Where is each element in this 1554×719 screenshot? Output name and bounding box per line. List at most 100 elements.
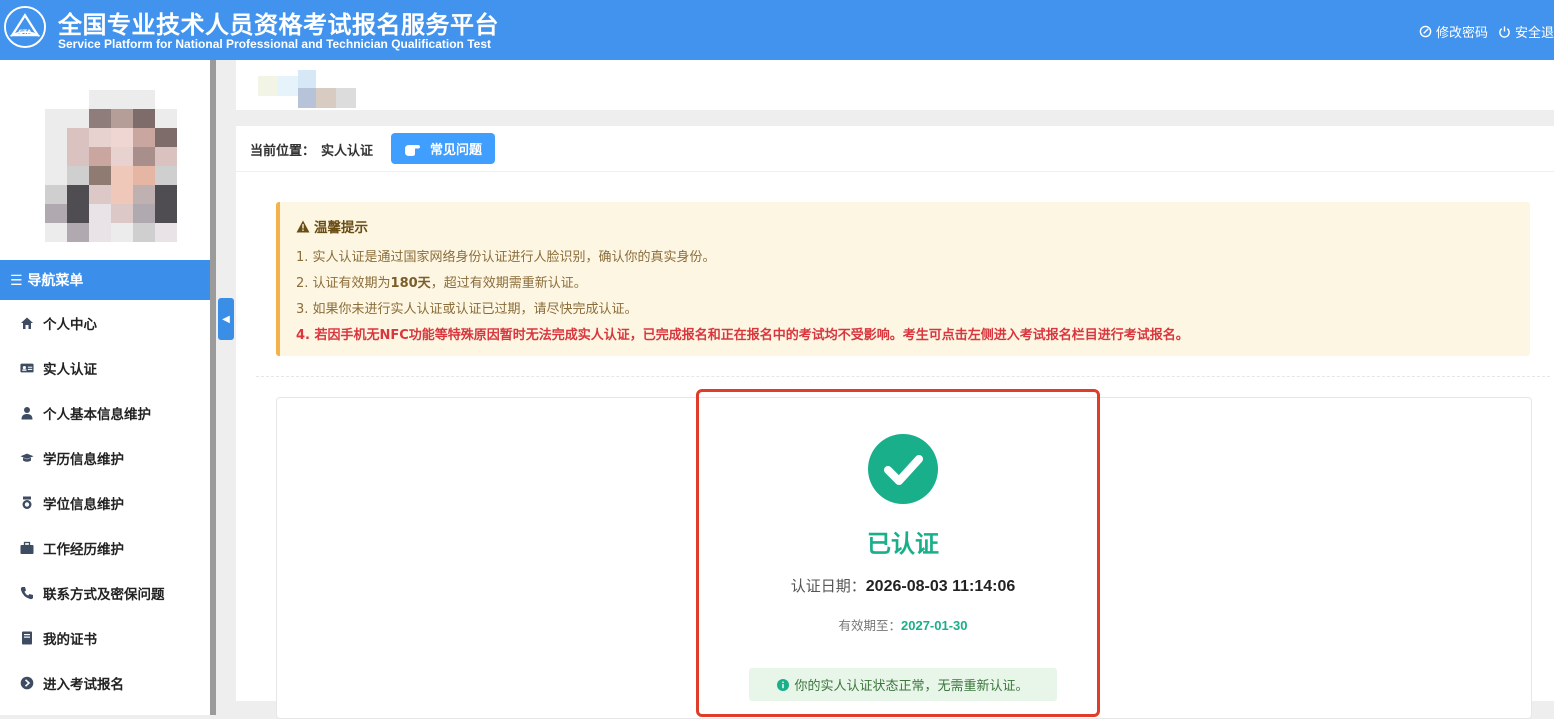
avatar-pixel (133, 166, 155, 185)
graduation-cap-icon (20, 453, 34, 462)
avatar-pixel (67, 147, 89, 166)
avatar-pixel (67, 185, 89, 204)
main-panel: 当前位置： 实人认证 常见问题 温馨提示 1. 实人认证是通过国家网络身份认证进… (236, 126, 1554, 719)
sidebar-item-label: 进入考试报名 (43, 676, 124, 693)
home-icon (21, 317, 33, 329)
sidebar-item-label: 我的证书 (43, 631, 97, 648)
sidebar-item-degree[interactable]: 学位信息维护 (0, 480, 210, 525)
avatar-pixel (155, 128, 177, 147)
avatar-pixel (89, 223, 111, 242)
power-icon (1499, 26, 1510, 38)
avatar-pixel (133, 128, 155, 147)
dashed-divider (256, 376, 1550, 377)
nav-menu-header[interactable]: ☰ 导航菜单 (0, 260, 210, 300)
faq-button[interactable]: 常见问题 (391, 133, 495, 164)
verification-date-value: 2026-08-03 11:14:06 (865, 578, 1016, 595)
check-circle-icon (868, 434, 938, 504)
validity-date: 有效期至：2027-01-30 (716, 615, 1090, 634)
avatar-pixel (45, 204, 67, 223)
site-title: 全国专业技术人员资格考试报名服务平台 (58, 11, 499, 39)
blur-pixel (258, 76, 278, 96)
top-header: CTA 全国专业技术人员资格考试报名服务平台 Service Platform … (0, 0, 1554, 60)
avatar-pixel (155, 166, 177, 185)
arrow-circle-icon (20, 676, 34, 689)
avatar-pixel (133, 90, 155, 109)
sidebar-item-label: 个人基本信息维护 (43, 406, 151, 423)
sidebar-item-exam-registration[interactable]: 进入考试报名 (0, 660, 210, 705)
avatar-pixel (45, 166, 67, 185)
verification-date-label: 认证日期： (790, 577, 866, 595)
medal-icon (22, 496, 32, 509)
blur-pixel (298, 88, 316, 108)
avatar-pixel (155, 223, 177, 242)
sidebar-item-certificates[interactable]: 我的证书 (0, 615, 210, 660)
breadcrumb-current: 实人认证 (321, 144, 374, 159)
logout-link[interactable]: 安全退 (1498, 22, 1554, 41)
header-actions: 修改密码 安全退 (1419, 22, 1554, 41)
sidebar-item-education[interactable]: 学历信息维护 (0, 435, 210, 480)
verified-title: 已认证 (867, 530, 939, 558)
cpta-logo-icon: CTA (4, 6, 46, 48)
avatar-pixel (111, 109, 133, 128)
phone-icon (20, 586, 33, 599)
notice-line-4: 4. 若因手机无NFC功能等特殊原因暂时无法完成实人认证，已完成报名和正在报名中… (296, 328, 1189, 343)
avatar-pixel (155, 109, 177, 128)
avatar-pixel (133, 147, 155, 166)
sidebar-item-work-experience[interactable]: 工作经历维护 (0, 525, 210, 570)
sidebar-collapse-toggle[interactable]: ◀ (218, 298, 234, 340)
user-info-blurred (258, 70, 378, 108)
change-password-link[interactable]: 修改密码 (1419, 22, 1488, 41)
avatar-pixel (111, 204, 133, 223)
avatar-pixel (45, 109, 67, 128)
avatar-pixel (89, 128, 111, 147)
avatar-pixel (45, 128, 67, 147)
avatar-pixel (111, 90, 133, 109)
sidebar-item-basic-info[interactable]: 个人基本信息维护 (0, 390, 210, 435)
validity-date-value: 2027-01-30 (901, 618, 968, 633)
avatar-pixel (89, 90, 111, 109)
nav-list: 个人中心 实人认证 个人基本信息维护 学历信息维护 学位信息维护 工作经历维护 … (0, 300, 210, 705)
breadcrumb: 当前位置： 实人认证 (250, 140, 373, 159)
notice-title: 温馨提示 (296, 216, 1530, 236)
breadcrumb-prefix: 当前位置： (250, 144, 316, 159)
caret-left-icon: ◀ (222, 313, 230, 325)
avatar (45, 90, 177, 243)
notice-line-2-pre: 2. 认证有效期为 (296, 276, 391, 291)
avatar-pixel (133, 185, 155, 204)
status-note: 你的实人认证状态正常，无需重新认证。 (749, 668, 1057, 701)
sidebar-divider (210, 60, 216, 715)
pointing-hand-icon (404, 144, 420, 156)
sidebar-item-label: 实人认证 (43, 361, 97, 378)
warning-icon (296, 220, 310, 232)
change-password-label: 修改密码 (1435, 26, 1488, 41)
blur-pixel (336, 88, 356, 108)
avatar-pixel (67, 109, 89, 128)
avatar-pixel (67, 128, 89, 147)
avatar-pixel (45, 147, 67, 166)
faq-button-label: 常见问题 (429, 143, 482, 158)
sidebar-item-contact-security[interactable]: 联系方式及密保问题 (0, 570, 210, 615)
info-icon (777, 678, 790, 691)
notice-box: 温馨提示 1. 实人认证是通过国家网络身份认证进行人脸识别，确认你的真实身份。 … (276, 202, 1530, 356)
avatar-pixel (89, 166, 111, 185)
avatar-pixel (45, 185, 67, 204)
blur-pixel (316, 88, 336, 108)
notice-title-text: 温馨提示 (314, 220, 368, 236)
avatar-pixel (155, 204, 177, 223)
validity-date-label: 有效期至： (838, 618, 901, 633)
verification-date: 认证日期：2026-08-03 11:14:06 (716, 575, 1090, 596)
avatar-pixel (111, 147, 133, 166)
avatar-pixel (133, 109, 155, 128)
avatar-pixel (111, 185, 133, 204)
avatar-pixel (67, 204, 89, 223)
notice-line-3: 3. 如果你未进行实人认证或认证已过期，请尽快完成认证。 (296, 302, 638, 317)
blur-pixel (298, 70, 316, 90)
sidebar-item-label: 个人中心 (43, 316, 97, 333)
sidebar-item-real-name-auth[interactable]: 实人认证 (0, 345, 210, 390)
avatar-pixel (89, 147, 111, 166)
avatar-pixel (89, 109, 111, 128)
sidebar-item-personal-center[interactable]: 个人中心 (0, 300, 210, 345)
avatar-pixel (111, 128, 133, 147)
briefcase-icon (20, 541, 34, 554)
avatar-pixel (67, 223, 89, 242)
